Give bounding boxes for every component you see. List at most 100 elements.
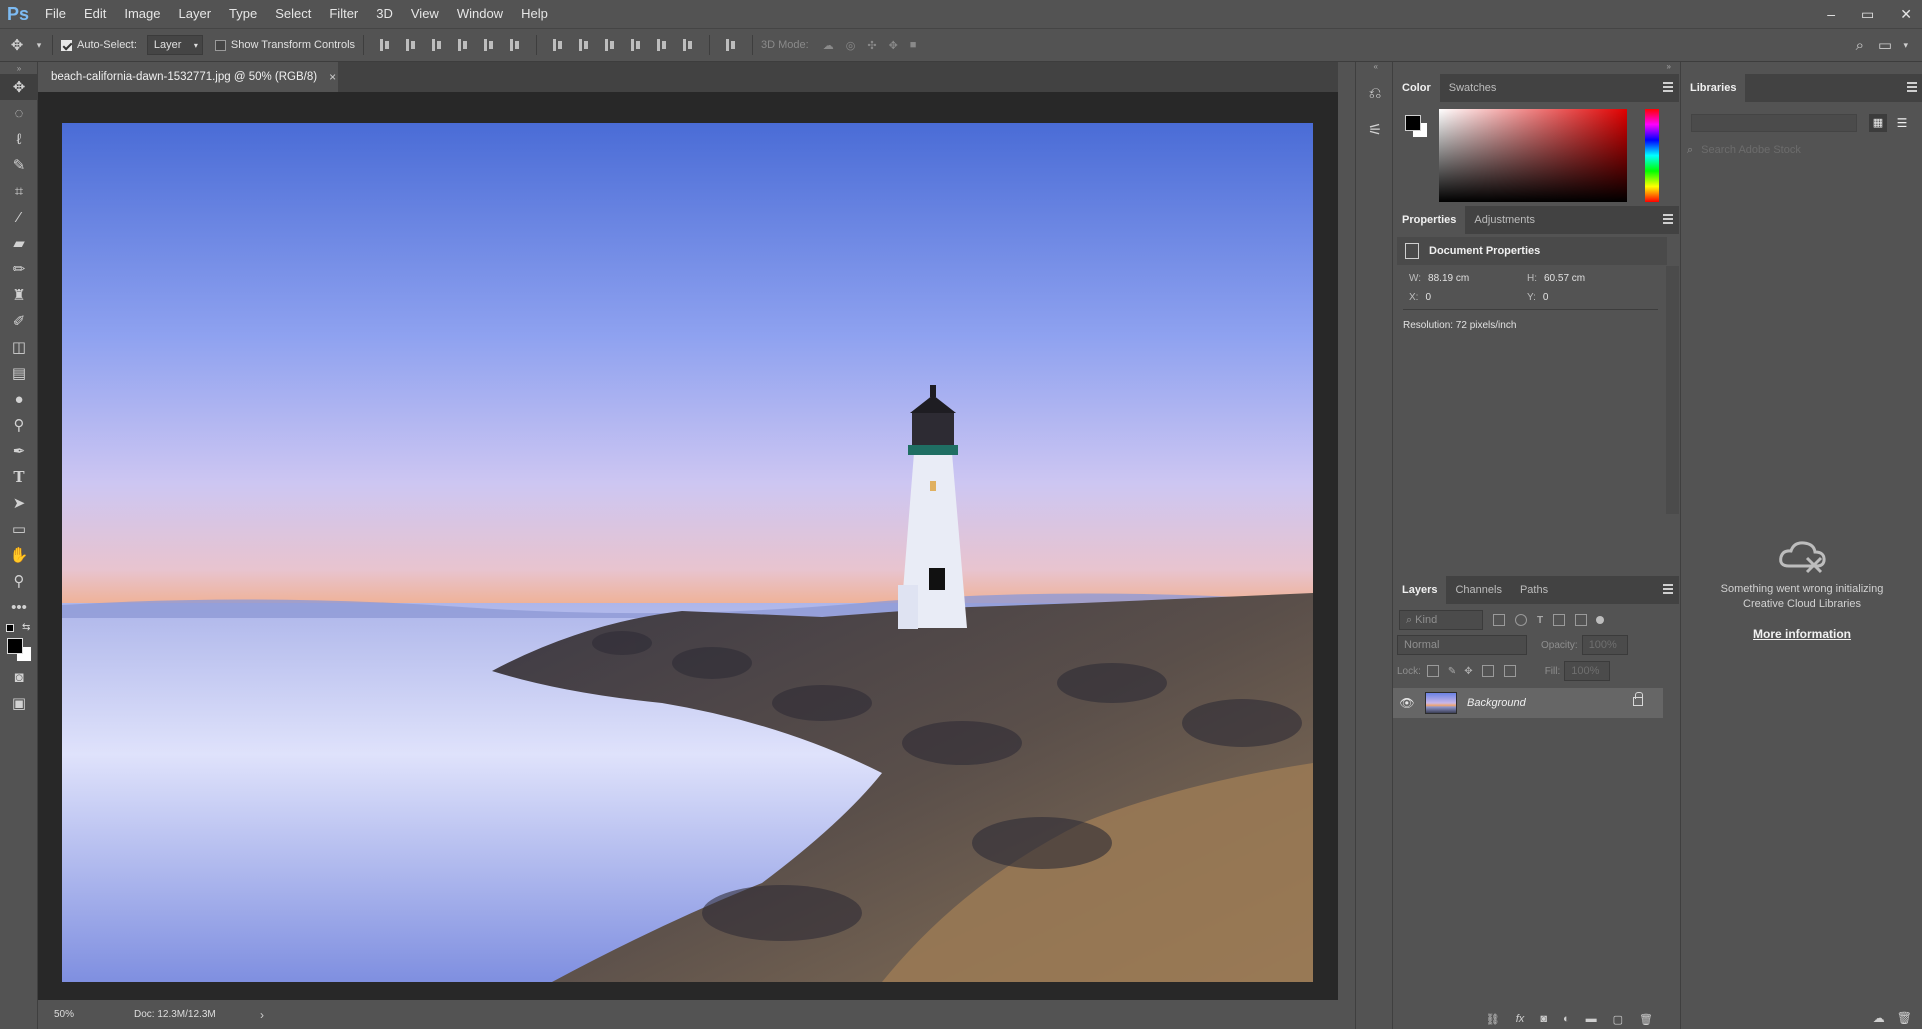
move-tool-preset-icon[interactable]: ✥ [0, 36, 34, 54]
eraser-tool-icon[interactable]: ◫ [0, 334, 38, 360]
shape-filter-icon[interactable] [1553, 614, 1566, 626]
fx-icon[interactable]: fx [1516, 1013, 1525, 1025]
rectangle-tool-icon[interactable]: ▭ [0, 516, 38, 542]
chevron-down-icon[interactable]: ▾ [1903, 40, 1908, 51]
lock-pixels-icon[interactable]: ✎ [1448, 666, 1456, 677]
properties-panel-icon[interactable]: ⚟ [1356, 112, 1394, 148]
more-tools-icon[interactable]: ••• [0, 594, 38, 620]
layer-row-background[interactable]: 👁 Background [1393, 688, 1663, 718]
lasso-tool-icon[interactable]: ℓ [0, 126, 38, 152]
distribute-left-icon[interactable] [629, 38, 643, 52]
screen-mode-icon[interactable]: ▣ [0, 690, 38, 716]
distribute-bottom-icon[interactable] [603, 38, 617, 52]
pixel-filter-icon[interactable] [1493, 614, 1505, 626]
3d-roll-icon[interactable]: ◎ [846, 39, 856, 52]
new-group-icon[interactable]: ▬ [1586, 1013, 1597, 1025]
3d-orbit-icon[interactable]: ☁ [823, 39, 834, 52]
x-field[interactable]: X: 0 [1409, 292, 1431, 303]
3d-pan-icon[interactable]: ✣ [867, 39, 876, 52]
auto-align-layers-icon[interactable] [724, 38, 738, 52]
layer-name[interactable]: Background [1467, 697, 1526, 709]
list-view-icon[interactable]: ☰ [1893, 114, 1911, 132]
tab-color[interactable]: Color [1393, 74, 1440, 102]
type-filter-icon[interactable]: T [1537, 615, 1543, 626]
canvas-pasteboard[interactable] [38, 92, 1338, 1000]
gradient-tool-icon[interactable]: ▤ [0, 360, 38, 386]
canvas-image[interactable] [62, 123, 1313, 982]
collapse-dock-icon[interactable]: « [1356, 62, 1392, 76]
align-horizontal-center-icon[interactable] [482, 38, 496, 52]
libraries-collapse-bar[interactable] [1680, 62, 1922, 74]
height-field[interactable]: H: 60.57 cm [1527, 273, 1585, 284]
chevron-down-icon[interactable]: ▾ [34, 40, 44, 51]
tab-paths[interactable]: Paths [1511, 576, 1557, 604]
hue-slider[interactable] [1645, 109, 1659, 202]
type-tool-icon[interactable]: T [0, 464, 38, 490]
lock-all-icon[interactable] [1503, 665, 1516, 677]
tab-channels[interactable]: Channels [1446, 576, 1510, 604]
collapse-panels-icon[interactable]: » [1393, 62, 1679, 74]
grid-view-icon[interactable]: ▦ [1869, 114, 1887, 132]
pen-tool-icon[interactable]: ✒ [0, 438, 38, 464]
foreground-color-swatch[interactable] [1405, 115, 1421, 131]
adjustment-layer-icon[interactable]: ◐ [1563, 1013, 1570, 1025]
menu-3d[interactable]: 3D [367, 0, 402, 28]
workspace-icon[interactable]: ▭ [1878, 36, 1892, 54]
auto-select-checkbox[interactable] [61, 39, 72, 51]
align-vertical-center-icon[interactable] [404, 38, 418, 52]
filter-toggle-icon[interactable] [1596, 616, 1605, 624]
distribute-top-icon[interactable] [551, 38, 565, 52]
sync-cloud-icon[interactable]: ☁ [1873, 1011, 1885, 1025]
trash-icon[interactable]: 🗑 [1897, 1011, 1912, 1025]
crop-tool-icon[interactable]: ⌗ [0, 178, 38, 204]
clone-stamp-tool-icon[interactable]: ♜ [0, 282, 38, 308]
panel-menu-icon[interactable] [1663, 584, 1673, 594]
document-tab[interactable]: beach-california-dawn-1532771.jpg @ 50% … [38, 62, 338, 92]
distribute-vcenter-icon[interactable] [577, 38, 591, 52]
zoom-level[interactable]: 50% [38, 1009, 98, 1020]
default-colors-icon[interactable] [6, 624, 14, 632]
color-spectrum[interactable] [1439, 109, 1627, 202]
more-information-link[interactable]: More information [1681, 627, 1922, 641]
align-bottom-icon[interactable] [430, 38, 444, 52]
dodge-tool-icon[interactable]: ⚲ [0, 412, 38, 438]
quick-select-tool-icon[interactable]: ✎ [0, 152, 38, 178]
close-tab-icon[interactable]: × [329, 70, 336, 84]
3d-scale-icon[interactable]: ■ [910, 39, 917, 51]
menu-type[interactable]: Type [220, 0, 266, 28]
zoom-tool-icon[interactable]: ⚲ [0, 568, 38, 594]
align-right-icon[interactable] [508, 38, 522, 52]
tab-libraries[interactable]: Libraries [1681, 74, 1746, 102]
auto-select-dropdown[interactable]: Layer ▾ [146, 35, 203, 55]
close-window-button[interactable]: ✕ [1900, 6, 1912, 23]
minimize-button[interactable]: – [1827, 6, 1835, 22]
trash-icon[interactable]: 🗑 [1639, 1013, 1653, 1026]
tab-layers[interactable]: Layers [1393, 576, 1447, 604]
menu-image[interactable]: Image [115, 0, 169, 28]
new-layer-icon[interactable]: ▢ [1613, 1013, 1623, 1026]
show-transform-checkbox[interactable] [214, 39, 226, 51]
3d-slide-icon[interactable]: ✥ [889, 39, 898, 52]
panel-menu-icon[interactable] [1663, 82, 1673, 92]
status-menu-arrow-icon[interactable]: › [260, 1008, 264, 1022]
menu-layer[interactable]: Layer [170, 0, 221, 28]
eye-visibility-icon[interactable]: 👁 [1393, 696, 1421, 710]
marquee-tool-icon[interactable]: ◌ [0, 100, 38, 126]
lock-transparent-icon[interactable] [1426, 665, 1439, 677]
adjustment-filter-icon[interactable] [1515, 614, 1527, 626]
align-top-icon[interactable] [378, 38, 392, 52]
panel-menu-icon[interactable] [1663, 214, 1673, 224]
lock-artboard-icon[interactable] [1481, 665, 1494, 677]
brush-tool-icon[interactable]: ✏ [0, 256, 38, 282]
restore-button[interactable]: ▭ [1861, 6, 1874, 23]
path-selection-tool-icon[interactable]: ➤ [0, 490, 38, 516]
lock-position-icon[interactable]: ✥ [1464, 666, 1472, 677]
foreground-color-swatch[interactable] [7, 638, 23, 654]
smart-object-filter-icon[interactable] [1575, 614, 1588, 626]
library-dropdown[interactable] [1691, 114, 1857, 132]
hand-tool-icon[interactable]: ✋ [0, 542, 38, 568]
history-brush-tool-icon[interactable]: ✐ [0, 308, 38, 334]
menu-edit[interactable]: Edit [75, 0, 115, 28]
kind-filter-dropdown[interactable]: ⌕ Kind [1399, 610, 1483, 630]
y-field[interactable]: Y: 0 [1527, 292, 1548, 303]
